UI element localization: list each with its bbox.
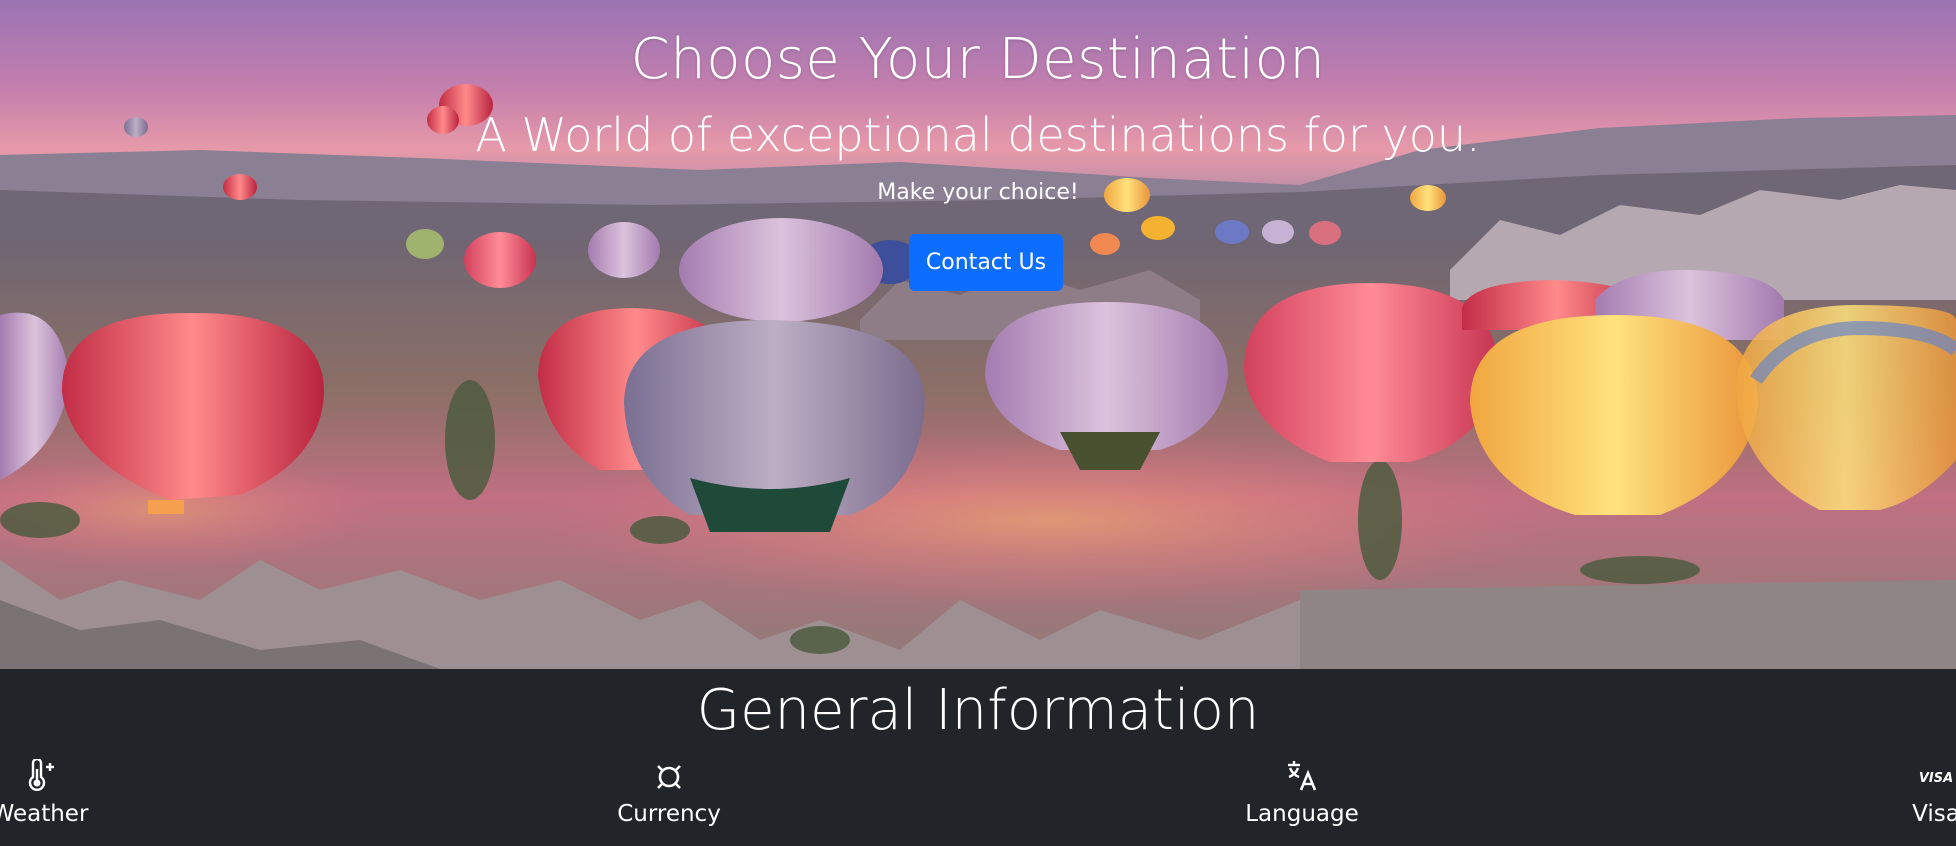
translate-icon — [1202, 759, 1402, 795]
thermometer-plus-icon — [0, 759, 140, 795]
contact-us-button[interactable]: Contact Us — [909, 234, 1063, 291]
hero-background-image — [0, 0, 1956, 669]
info-item-label: Currency — [617, 801, 721, 827]
hero-title: Choose Your Destination — [630, 27, 1326, 92]
hero-lead-text: Make your choice! — [877, 180, 1079, 205]
info-item-label: Weather — [0, 801, 89, 827]
svg-text:VISA: VISA — [1919, 771, 1953, 786]
info-item-currency[interactable]: Currency — [569, 759, 769, 829]
visa-icon: VISA — [1836, 759, 1956, 795]
hero-subtitle: A World of exceptional destinations for … — [475, 108, 1481, 162]
info-item-visa[interactable]: VISA Visa — [1836, 759, 1956, 829]
info-item-weather[interactable]: Weather — [0, 759, 140, 829]
general-information-section: General Information Weather Currency Lan… — [0, 669, 1956, 846]
info-item-language[interactable]: Language — [1202, 759, 1402, 829]
hero-section: Choose Your Destination A World of excep… — [0, 0, 1956, 669]
info-item-label: Language — [1245, 801, 1359, 827]
info-item-label: Visa — [1912, 801, 1956, 827]
general-information-title: General Information — [696, 678, 1260, 743]
currency-icon — [569, 759, 769, 795]
